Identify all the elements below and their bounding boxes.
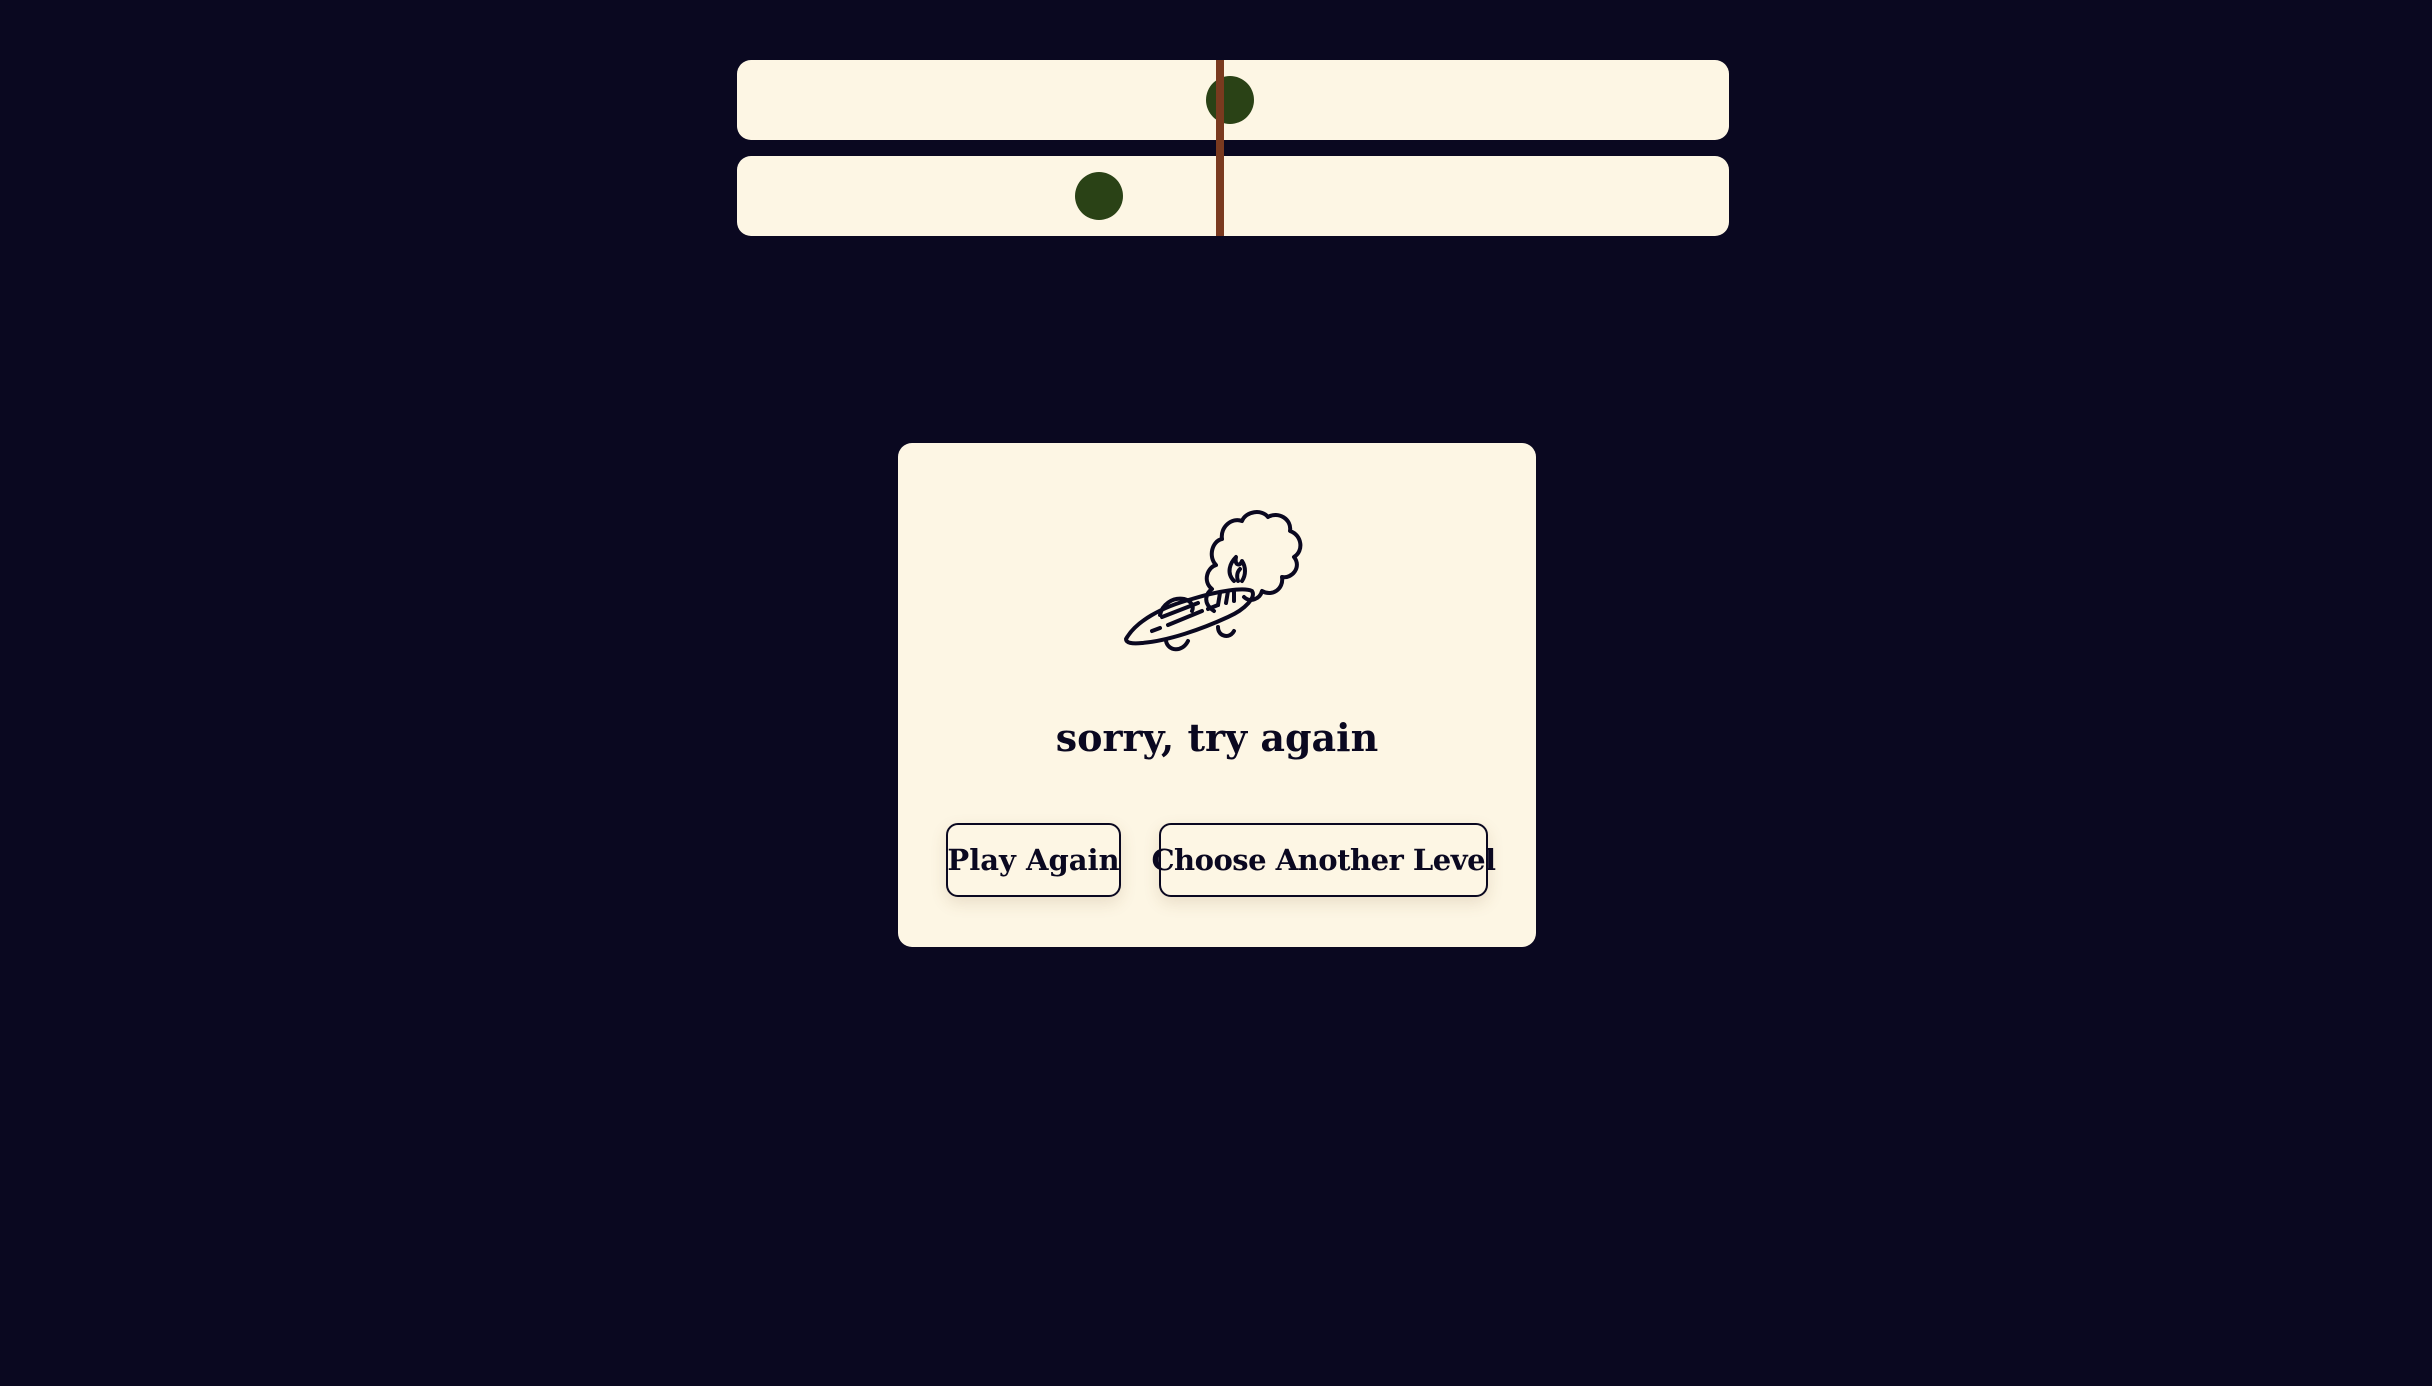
result-message: sorry, try again [1055,715,1379,760]
ball-1[interactable] [1206,76,1255,124]
track-1 [737,60,1729,140]
target-marker [1216,60,1225,236]
result-dialog: sorry, try again Play Again Choose Anoth… [898,443,1536,947]
choose-another-level-button[interactable]: Choose Another Level [1151,823,1496,897]
track-2 [737,156,1729,236]
play-again-button[interactable]: Play Again [946,823,1121,897]
ball-2[interactable] [1075,172,1124,220]
crashed-ufo-icon [1122,491,1312,661]
game-tracks [737,60,1729,236]
